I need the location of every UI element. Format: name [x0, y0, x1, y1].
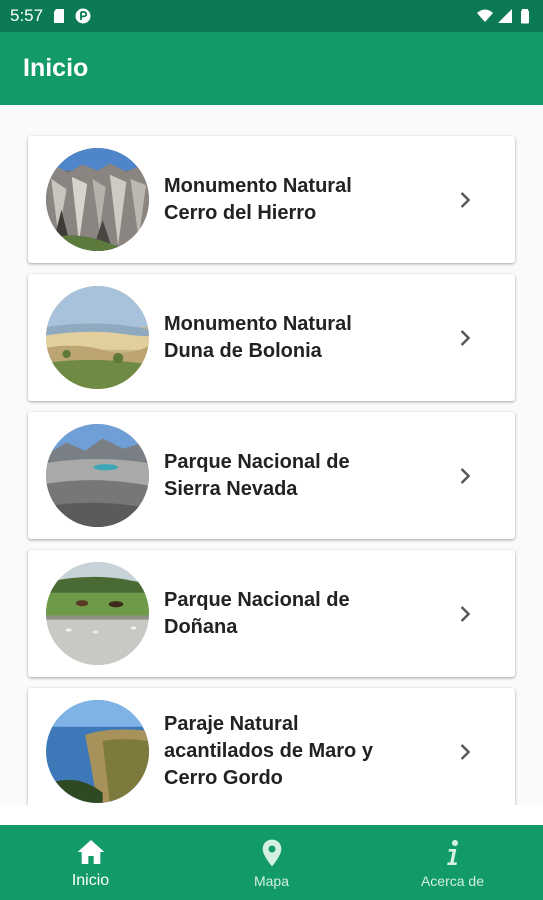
notification-p-icon	[75, 8, 91, 24]
nav-label-about: Acerca de	[420, 872, 485, 889]
place-title: Monumento Natural Cerro del Hierro	[164, 136, 445, 263]
page-title: Inicio	[23, 54, 89, 82]
marsh-horses-image	[46, 562, 149, 665]
status-bar: 5:57	[0, 0, 543, 32]
place-title-line: Cerro del Hierro	[164, 201, 317, 224]
sd-card-icon	[54, 9, 65, 23]
signal-icon	[498, 9, 512, 23]
chevron-right-icon	[460, 329, 471, 346]
rocky-karst-image	[46, 148, 149, 251]
place-card-maro-cerro-gordo[interactable]: Paraje Natural acantilados de Maro y Cer…	[28, 688, 515, 805]
places-list-area[interactable]: Monumento Natural Cerro del Hierro Monum…	[0, 105, 543, 805]
wifi-icon	[477, 9, 493, 22]
nav-item-home[interactable]: Inicio	[0, 825, 181, 900]
place-title-line: Duna de Bolonia	[164, 339, 322, 362]
nav-item-about[interactable]: Acerca de	[362, 825, 543, 900]
status-time: 5:57	[10, 6, 44, 25]
place-title-line: Doñana	[164, 615, 238, 638]
place-title: Monumento Natural Duna de Bolonia	[164, 274, 445, 401]
sea-cliffs-image	[46, 700, 149, 803]
place-thumbnail	[46, 286, 149, 389]
info-icon	[446, 839, 458, 865]
place-thumbnail	[46, 148, 149, 251]
bottom-navigation: Inicio Mapa Acerca de	[0, 825, 543, 900]
place-title-line: Monumento Natural	[164, 312, 352, 335]
place-card-duna-de-bolonia[interactable]: Monumento Natural Duna de Bolonia	[28, 274, 515, 401]
chevron-right-icon	[460, 743, 471, 760]
battery-icon	[521, 9, 529, 24]
place-thumbnail	[46, 562, 149, 665]
place-title-line: Parque Nacional de	[164, 588, 350, 611]
place-title: Parque Nacional de Sierra Nevada	[164, 412, 445, 539]
nav-item-map[interactable]: Mapa	[181, 825, 362, 900]
dune-coast-image	[46, 286, 149, 389]
place-card-sierra-nevada[interactable]: Parque Nacional de Sierra Nevada	[28, 412, 515, 539]
place-title-line: Paraje Natural	[164, 713, 299, 735]
chevron-right-icon	[460, 467, 471, 484]
chevron-right-icon	[460, 191, 471, 208]
place-card-donana[interactable]: Parque Nacional de Doñana	[28, 550, 515, 677]
map-pin-icon	[262, 839, 281, 866]
place-title: Paraje Natural acantilados de Maro y Cer…	[164, 688, 445, 805]
place-title-line: Parque Nacional de	[164, 450, 350, 473]
home-icon	[77, 839, 104, 864]
chevron-right-icon	[460, 605, 471, 622]
place-card-cerro-del-hierro[interactable]: Monumento Natural Cerro del Hierro	[28, 136, 515, 263]
mountain-lake-image	[46, 424, 149, 527]
places-list: Monumento Natural Cerro del Hierro Monum…	[28, 136, 515, 805]
nav-label-home: Inicio	[71, 871, 110, 889]
place-thumbnail	[46, 424, 149, 527]
place-title-line: Monumento Natural	[164, 174, 352, 197]
place-title-line: acantilados de Maro y	[164, 740, 373, 762]
place-title: Parque Nacional de Doñana	[164, 550, 445, 677]
nav-label-map: Mapa	[253, 872, 290, 889]
place-thumbnail	[46, 700, 149, 803]
place-title-line: Sierra Nevada	[164, 477, 298, 500]
app-bar: Inicio	[0, 32, 543, 105]
place-title-line: Cerro Gordo	[164, 767, 283, 789]
